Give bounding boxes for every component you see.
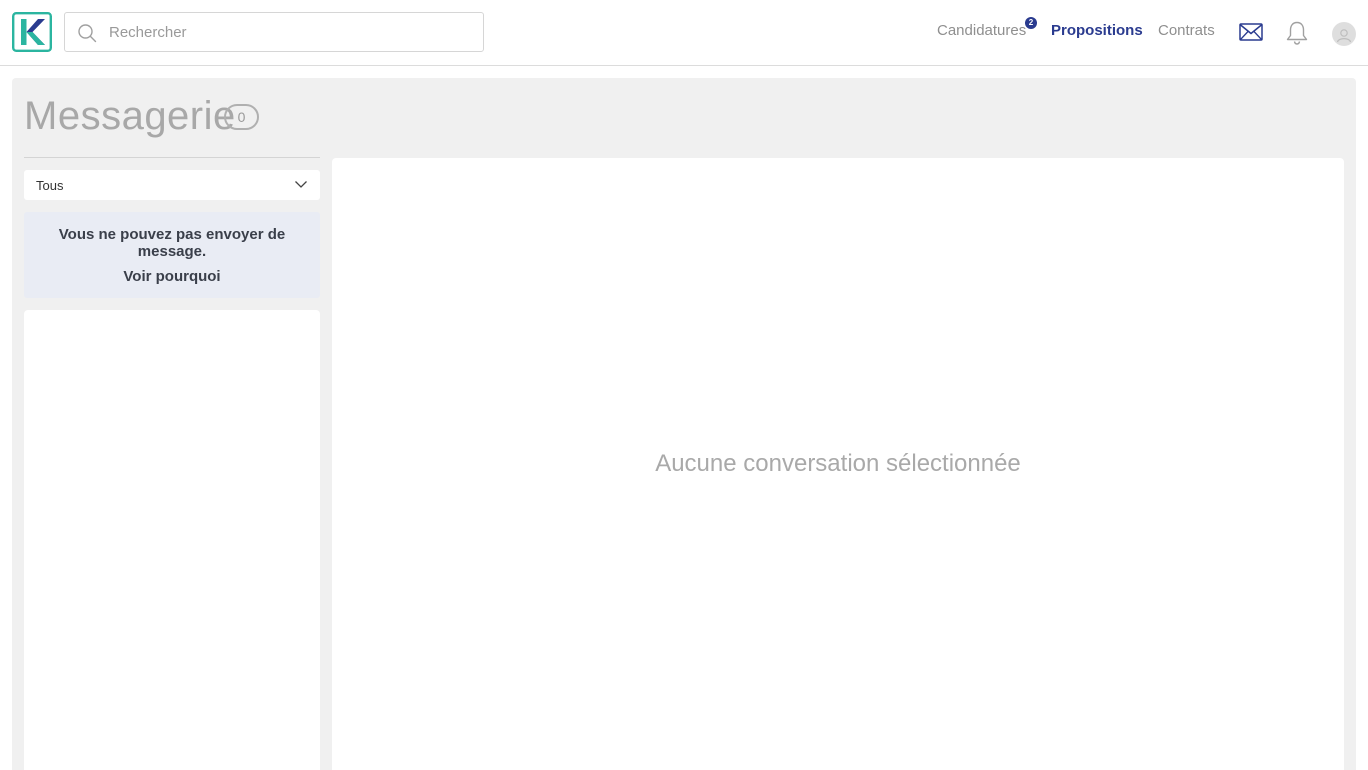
user-icon — [1336, 29, 1352, 43]
see-why-link[interactable]: Voir pourquoi — [24, 268, 320, 285]
nav-propositions[interactable]: Propositions — [1051, 22, 1143, 39]
mail-icon[interactable] — [1239, 21, 1263, 43]
nav-candidatures[interactable]: Candidatures — [937, 22, 1026, 39]
no-conversation-selected-text: Aucune conversation sélectionnée — [655, 450, 1021, 477]
logo-icon — [12, 12, 52, 52]
app-logo[interactable] — [12, 12, 52, 52]
message-count-badge: 0 — [224, 104, 259, 130]
search-input[interactable] — [109, 13, 479, 51]
title-divider — [24, 157, 320, 158]
messaging-restriction-notice: Vous ne pouvez pas envoyer de message. V… — [24, 212, 320, 298]
conversation-list — [24, 310, 320, 770]
bell-icon[interactable] — [1285, 20, 1309, 46]
nav-contrats[interactable]: Contrats — [1158, 22, 1215, 39]
user-avatar[interactable] — [1332, 22, 1356, 46]
chevron-down-icon — [295, 181, 307, 188]
search-box[interactable] — [64, 12, 484, 52]
search-icon — [78, 24, 97, 43]
top-header: Candidatures 2 Propositions Contrats — [0, 0, 1368, 66]
candidatures-count-badge: 2 — [1025, 17, 1037, 29]
messaging-page: Messagerie 0 Tous Vous ne pouvez pas env… — [12, 78, 1356, 770]
page-title: Messagerie — [24, 94, 236, 138]
conversation-panel: Aucune conversation sélectionnée — [332, 158, 1344, 770]
conversation-filter-select[interactable]: Tous — [24, 170, 320, 200]
restriction-message: Vous ne pouvez pas envoyer de message. — [58, 226, 286, 260]
filter-selected-value: Tous — [36, 178, 64, 193]
